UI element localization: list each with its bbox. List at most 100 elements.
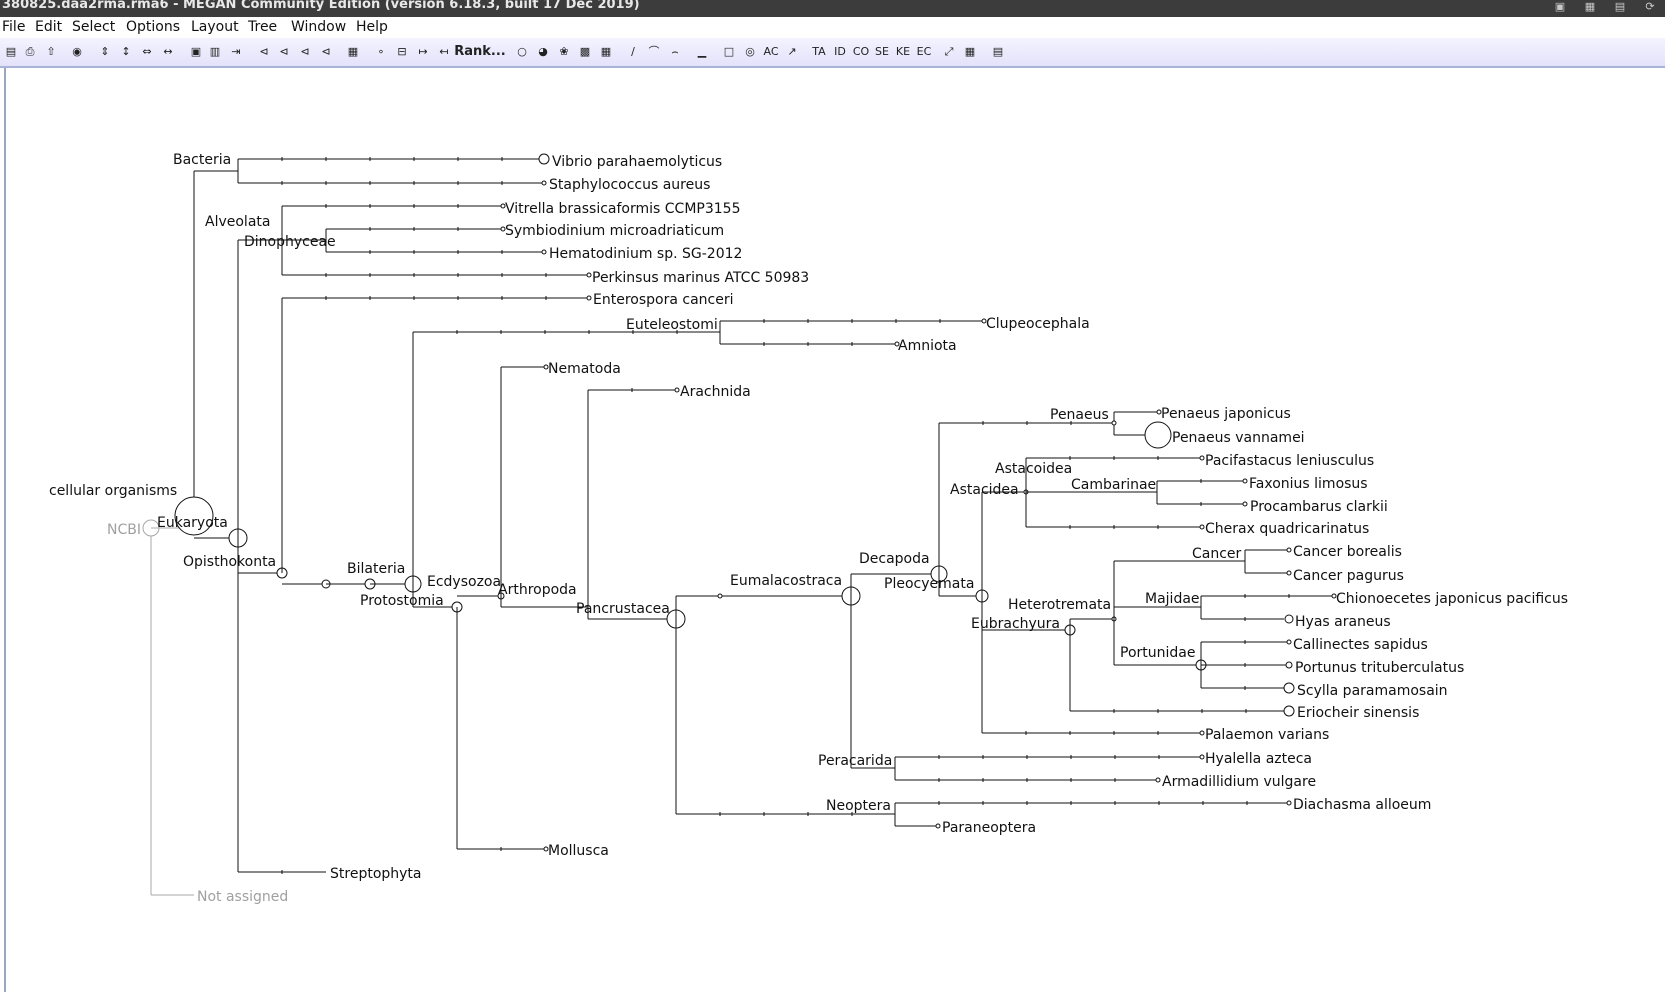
expand-horizontal-icon[interactable]: ⇔ (138, 43, 156, 61)
ec-label-icon[interactable]: EC (915, 43, 933, 61)
cog-label-icon[interactable]: CO (852, 43, 870, 61)
tree-node[interactable] (1199, 754, 1205, 760)
node-label-cellular-organisms[interactable]: cellular organisms (49, 483, 177, 499)
kegg-label-icon[interactable]: KE (894, 43, 912, 61)
node-label-nematoda[interactable]: Nematoda (548, 361, 621, 377)
node-leaf-icon[interactable]: ↤ (435, 43, 453, 61)
node-staphylococcus[interactable] (541, 180, 547, 186)
menu-file[interactable]: File (2, 19, 25, 35)
network-icon[interactable]: ⟳ (1635, 0, 1665, 17)
node-label-scylla[interactable]: Scylla paramamosain (1297, 683, 1448, 699)
tree-node[interactable] (1284, 614, 1294, 624)
node-label-dinophyceae[interactable]: Dinophyceae (244, 234, 336, 250)
tree-node[interactable] (1242, 478, 1248, 484)
node-label-clupeocephala[interactable]: Clupeocephala (986, 316, 1090, 332)
panel-icon[interactable]: ▤ (989, 43, 1007, 61)
node-label-portunus[interactable]: Portunus trituberculatus (1295, 660, 1464, 676)
collapse-rank-icon[interactable]: ⇥ (227, 43, 245, 61)
taxa-label-icon[interactable]: TA (810, 43, 828, 61)
seed-label-icon[interactable]: SE (873, 43, 891, 61)
tree-view-icon[interactable]: ⊲ (255, 43, 273, 61)
node-label-vitrella[interactable]: Vitrella brassicaformis CCMP3155 (505, 201, 740, 217)
node-label-cancer-borealis[interactable]: Cancer borealis (1293, 544, 1402, 560)
tree-node[interactable] (717, 593, 723, 599)
contract-horizontal-icon[interactable]: ↔ (159, 43, 177, 61)
heatmap-node-icon[interactable]: ▩ (576, 43, 594, 61)
menu-layout[interactable]: Layout (191, 19, 239, 35)
node-box-icon[interactable]: ⊟ (393, 43, 411, 61)
node-label-portunidae[interactable]: Portunidae (1120, 645, 1195, 661)
menu-window[interactable]: Window (291, 19, 346, 35)
node-label-chionoecetes[interactable]: Chionoecetes japonicus pacificus (1336, 591, 1568, 607)
monitor-icon[interactable]: ▣ (1545, 0, 1575, 17)
node-label-cancer[interactable]: Cancer (1192, 546, 1242, 562)
node-label-pleocyemata[interactable]: Pleocyemata (884, 576, 974, 592)
bar-chart-icon[interactable]: ▁ (693, 43, 711, 61)
node-label-palaemon[interactable]: Palaemon varians (1205, 727, 1329, 743)
node-label-pancrustacea[interactable]: Pancrustacea (576, 601, 670, 617)
node-label-arachnida[interactable]: Arachnida (680, 384, 751, 400)
node-label-hyalella[interactable]: Hyalella azteca (1205, 751, 1312, 767)
node-label-bacteria[interactable]: Bacteria (173, 152, 231, 168)
tree-expanded-icon[interactable]: ⊲ (296, 43, 314, 61)
node-label-vibrio[interactable]: Vibrio parahaemolyticus (552, 154, 722, 170)
node-label-eumalacostraca[interactable]: Eumalacostraca (730, 573, 842, 589)
tree-subtree-icon[interactable]: ⊲ (317, 43, 335, 61)
node-label-euteleostomi[interactable]: Euteleostomi (626, 317, 718, 333)
circle-node-icon[interactable]: ○ (513, 43, 531, 61)
node-label-opisthokonta[interactable]: Opisthokonta (183, 554, 276, 570)
id-label-icon[interactable]: ID (831, 43, 849, 61)
coxcomb-icon[interactable]: ❀ (555, 43, 573, 61)
tree-node[interactable] (1111, 420, 1117, 426)
node-label-pacifastacus[interactable]: Pacifastacus leniusculus (1205, 453, 1374, 469)
open-icon[interactable]: ▤ (2, 43, 20, 61)
menu-select[interactable]: Select (72, 19, 115, 35)
tree-node[interactable] (1283, 705, 1295, 717)
menu-tree[interactable]: Tree (248, 19, 277, 35)
layout-rect-icon[interactable]: □ (720, 43, 738, 61)
display-settings-icon[interactable]: ▦ (1575, 0, 1605, 17)
node-label-ncbi[interactable]: NCBI (107, 522, 141, 538)
node-label-decapoda[interactable]: Decapoda (859, 551, 930, 567)
node-label-astacoidea[interactable]: Astacoidea (995, 461, 1072, 477)
heatmap-icon[interactable]: ▦ (344, 43, 362, 61)
node-arrow-icon[interactable]: ↦ (414, 43, 432, 61)
node-label-hyas[interactable]: Hyas araneus (1295, 614, 1391, 630)
tree-node[interactable] (935, 823, 941, 829)
tree-node[interactable] (1199, 730, 1205, 736)
tree-node[interactable] (1283, 682, 1295, 694)
menu-help[interactable]: Help (356, 19, 388, 35)
curved-edge-icon[interactable]: ⌒ (645, 43, 663, 61)
node-label-enterospora[interactable]: Enterospora canceri (593, 292, 733, 308)
tree-collapsed-icon[interactable]: ⊲ (275, 43, 293, 61)
grid-icon[interactable]: ▦ (597, 43, 615, 61)
tree-node[interactable] (541, 249, 547, 255)
straight-edge-icon[interactable]: ∕ (624, 43, 642, 61)
tree-node[interactable] (1199, 455, 1205, 461)
collapse-icon[interactable]: ▣ (187, 43, 205, 61)
pie-chart-icon[interactable]: ◕ (534, 43, 552, 61)
node-label-neoptera[interactable]: Neoptera (826, 798, 891, 814)
node-label-astacidea[interactable]: Astacidea (950, 482, 1019, 498)
find-icon[interactable]: ◉ (68, 43, 86, 61)
node-label-amniota[interactable]: Amniota (898, 338, 957, 354)
node-label-bilateria[interactable]: Bilateria (347, 561, 405, 577)
layout-radial-icon[interactable]: ◎ (741, 43, 759, 61)
node-label-mollusca[interactable]: Mollusca (548, 843, 609, 859)
export-icon[interactable]: ⇧ (42, 43, 60, 61)
expand-vertical-icon[interactable]: ⇕ (96, 43, 114, 61)
tree-node[interactable] (1286, 800, 1292, 806)
node-label-penaeus-vannamei[interactable]: Penaeus vannamei (1172, 430, 1305, 446)
node-label-staphylococcus[interactable]: Staphylococcus aureus (549, 177, 710, 193)
tree-node[interactable] (1199, 524, 1205, 530)
node-label-paraneoptera[interactable]: Paraneoptera (942, 820, 1036, 836)
angled-edge-icon[interactable]: ⌢ (666, 43, 684, 61)
node-label-peracarida[interactable]: Peracarida (818, 753, 892, 769)
menu-edit[interactable]: Edit (35, 19, 62, 35)
node-label-callinectes[interactable]: Callinectes sapidus (1293, 637, 1428, 653)
node-label-penaeus-japonicus[interactable]: Penaeus japonicus (1161, 406, 1291, 422)
uncollapse-icon[interactable]: ▥ (206, 43, 224, 61)
node-label-symbiodinium[interactable]: Symbiodinium microadriaticum (505, 223, 724, 239)
tree-node[interactable] (1242, 501, 1248, 507)
node-label-penaeus[interactable]: Penaeus (1050, 407, 1109, 423)
